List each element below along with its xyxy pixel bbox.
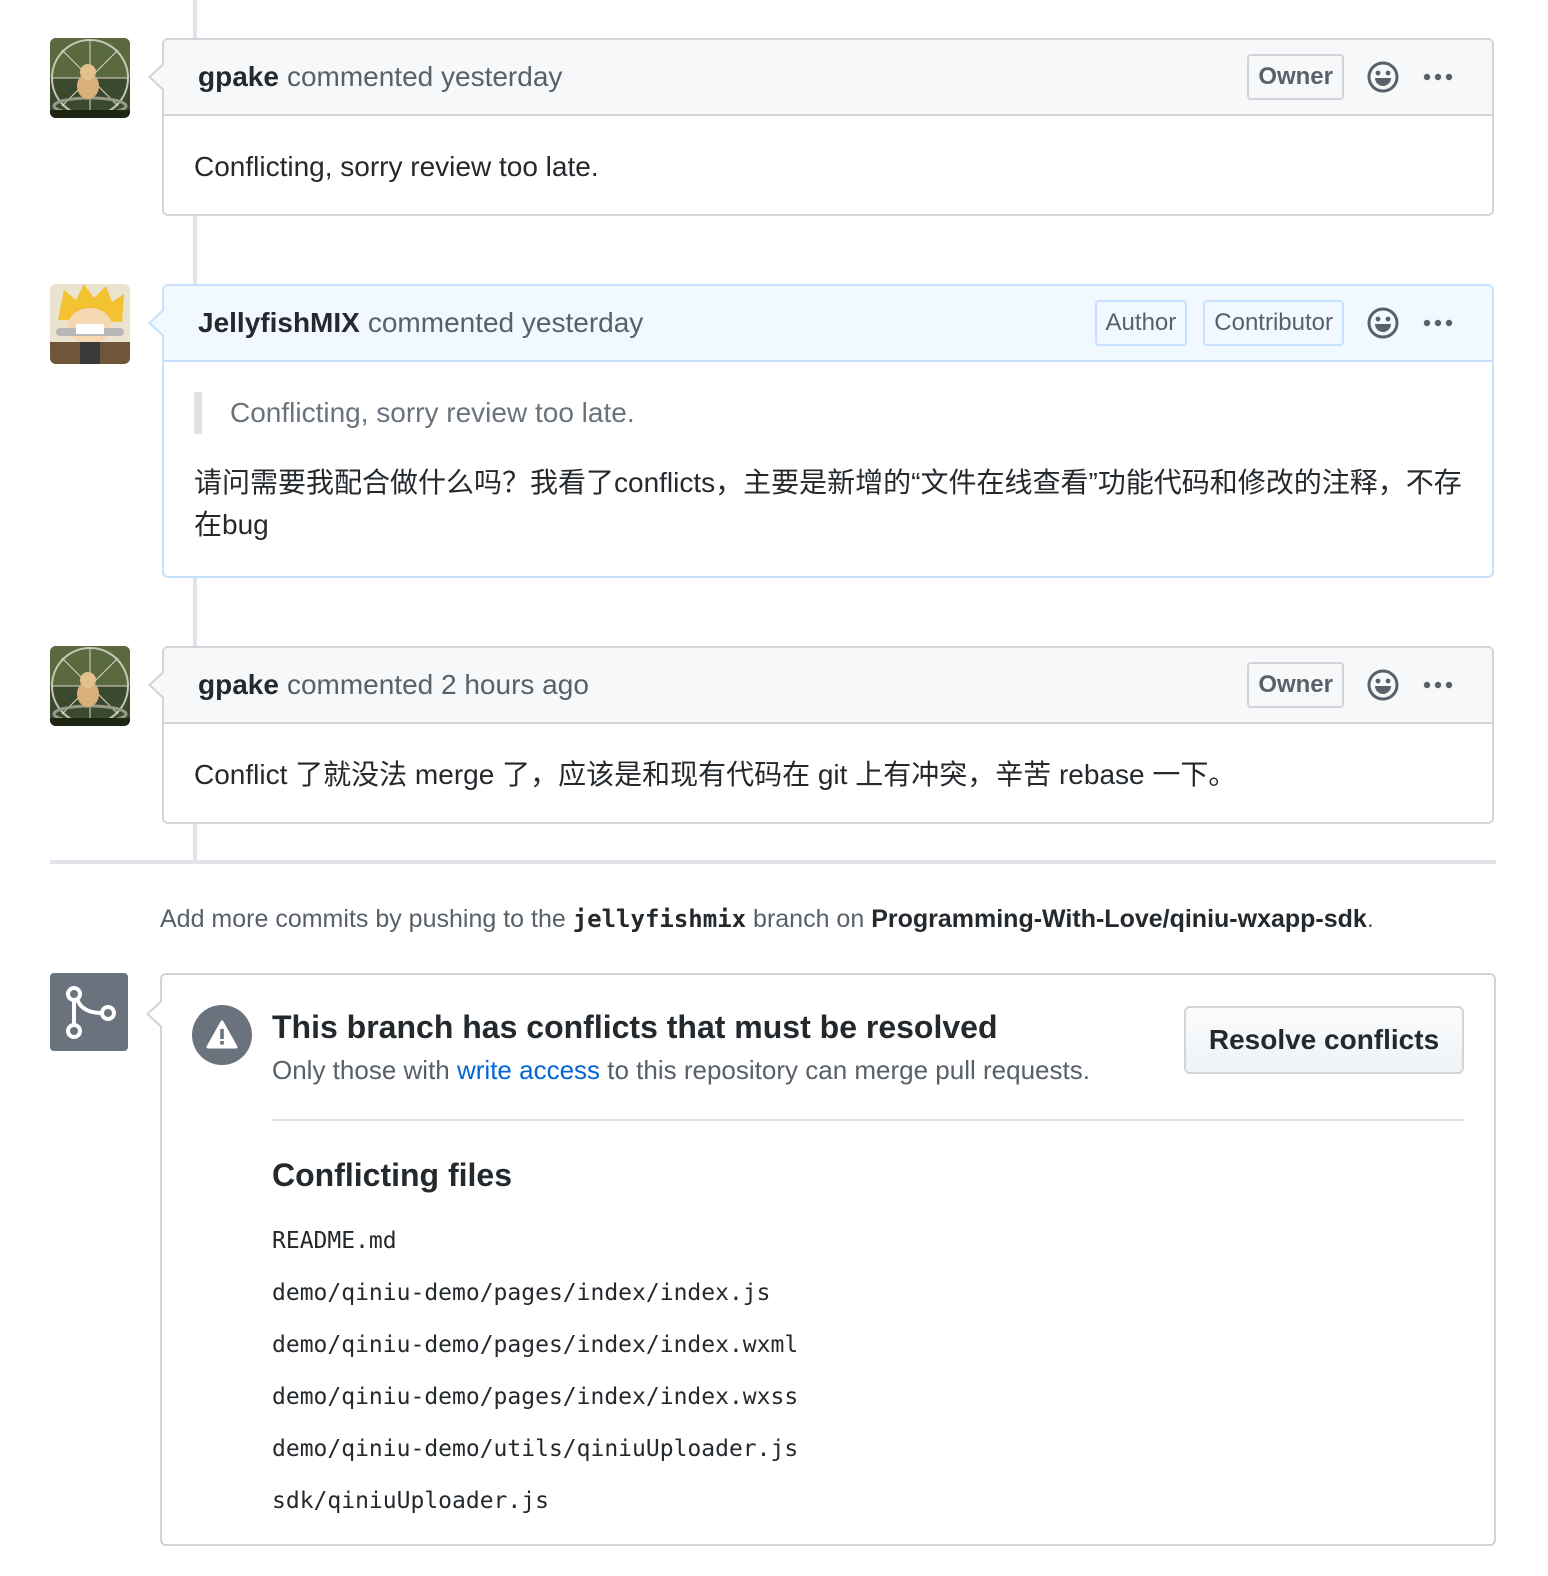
- comment-header: gpake commented yesterday Owner: [148, 40, 1492, 116]
- conflicting-files-list: README.md demo/qiniu-demo/pages/index/in…: [272, 1215, 798, 1527]
- comment-meta: JellyfishMIX commented yesterday: [198, 307, 1079, 339]
- smiley-icon: [1367, 669, 1399, 701]
- comment-action-text: commented 2 hours ago: [286, 669, 589, 700]
- comment-body: Conflicting, sorry review too late.: [194, 151, 599, 182]
- cat-on-wheel-avatar: [50, 646, 130, 726]
- timeline-divider: [50, 860, 1496, 864]
- owner-badge: Owner: [1247, 54, 1344, 100]
- write-access-link[interactable]: write access: [457, 1055, 600, 1085]
- push-hint-prefix: Add more commits by pushing to the: [160, 905, 566, 933]
- alert-icon: [206, 1020, 238, 1049]
- comment-author-link[interactable]: JellyfishMIX: [198, 307, 360, 338]
- push-hint-suffix: .: [1366, 905, 1374, 933]
- kebab-horizontal-icon: [1423, 73, 1453, 81]
- add-reaction-button[interactable]: [1366, 306, 1400, 340]
- resolve-conflicts-button[interactable]: Resolve conflicts: [1184, 1006, 1464, 1074]
- comment-header: gpake commented 2 hours ago Owner: [148, 648, 1492, 724]
- more-options-button[interactable]: [1418, 306, 1458, 340]
- add-reaction-button[interactable]: [1366, 60, 1400, 94]
- comment-action-text: commented yesterday: [286, 61, 563, 92]
- comment-header: JellyfishMIX commented yesterday Author C…: [148, 286, 1492, 362]
- quoted-reply: Conflicting, sorry review too late.: [194, 392, 1462, 434]
- comment-1: gpake commented yesterday Owner Conflicti…: [148, 38, 1494, 216]
- author-badge: Author: [1094, 300, 1188, 346]
- comment-body: Conflict 了就没法 merge 了，应该是和现有代码在 git 上有冲突…: [194, 759, 1237, 790]
- merge-subtitle-prefix: Only those with: [272, 1055, 450, 1085]
- conflicting-file: demo/qiniu-demo/pages/index/index.js: [272, 1280, 771, 1306]
- kebab-horizontal-icon: [1423, 319, 1453, 327]
- git-merge-icon: [66, 986, 116, 1039]
- merge-subtitle-suffix: to this repository can merge pull reques…: [607, 1055, 1090, 1085]
- smiley-icon: [1367, 61, 1399, 93]
- merge-status-subtitle: Only those with write access to this rep…: [272, 1055, 1090, 1086]
- comment-3: gpake commented 2 hours ago Owner Conflic…: [148, 646, 1494, 824]
- push-commits-hint: Add more commits by pushing to the jelly…: [160, 905, 1374, 934]
- merge-status-icon-box: [50, 973, 128, 1051]
- comment-meta: gpake commented 2 hours ago: [198, 669, 1231, 701]
- comment-text: 请问需要我配合做什么吗？我看了conflicts，主要是新增的“文件在线查看”功…: [194, 467, 1462, 540]
- push-hint-middle: branch on: [753, 905, 865, 933]
- cat-on-wheel-avatar: [50, 38, 130, 118]
- comment-body: Conflicting, sorry review too late. 请问需要…: [164, 362, 1492, 576]
- conflicting-file: README.md: [272, 1228, 397, 1254]
- add-reaction-button[interactable]: [1366, 668, 1400, 702]
- repository-name: Programming-With-Love/qiniu-wxapp-sdk: [871, 905, 1367, 933]
- comment-2: JellyfishMIX commented yesterday Author C…: [148, 284, 1494, 578]
- merge-section-divider: [272, 1119, 1464, 1121]
- conflicting-file: demo/qiniu-demo/pages/index/index.wxml: [272, 1332, 799, 1358]
- comment-author-link[interactable]: gpake: [198, 61, 279, 92]
- merge-status-title: This branch has conflicts that must be r…: [272, 1009, 998, 1045]
- comment-author-link[interactable]: gpake: [198, 669, 279, 700]
- conflicting-files-heading: Conflicting files: [272, 1157, 512, 1193]
- owner-badge: Owner: [1247, 662, 1344, 708]
- more-options-button[interactable]: [1418, 668, 1458, 702]
- contributor-badge: Contributor: [1203, 300, 1344, 346]
- comment-meta: gpake commented yesterday: [198, 61, 1231, 93]
- conflicting-file: sdk/qiniuUploader.js: [272, 1488, 549, 1514]
- avatar-gpake[interactable]: [50, 646, 130, 726]
- alert-badge: [192, 1005, 252, 1065]
- avatar-jellyfishmix[interactable]: [50, 284, 130, 364]
- more-options-button[interactable]: [1418, 60, 1458, 94]
- conflicting-file: demo/qiniu-demo/utils/qiniuUploader.js: [272, 1436, 799, 1462]
- kebab-horizontal-icon: [1423, 681, 1453, 689]
- merge-status-box: This branch has conflicts that must be r…: [146, 973, 1496, 1546]
- avatar-gpake[interactable]: [50, 38, 130, 118]
- anime-character-avatar: [50, 284, 130, 364]
- smiley-icon: [1367, 307, 1399, 339]
- branch-name: jellyfishmix: [572, 905, 747, 933]
- conflicting-file: demo/qiniu-demo/pages/index/index.wxss: [272, 1384, 799, 1410]
- comment-action-text: commented yesterday: [367, 307, 644, 338]
